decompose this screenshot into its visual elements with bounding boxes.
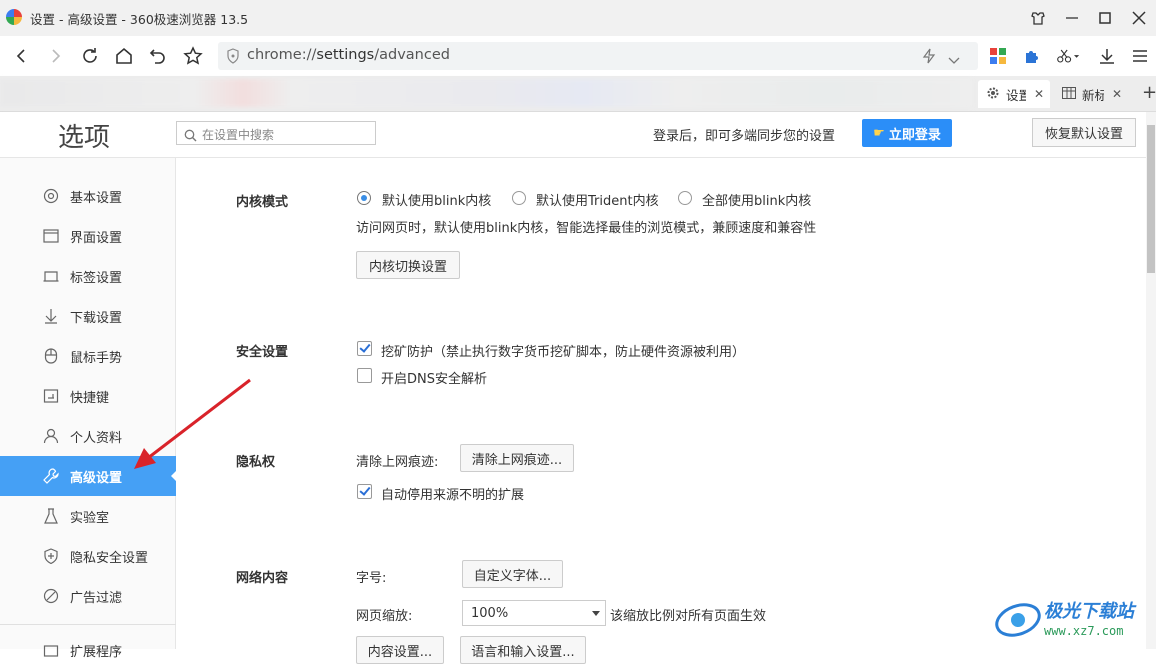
mouse-icon (43, 348, 59, 364)
extensions-puzzle-icon[interactable] (1020, 44, 1044, 68)
sidebar-item-tabs[interactable]: 标签设置 (0, 256, 176, 296)
radio-kernel-blink-default[interactable] (357, 191, 371, 205)
kernel-switch-button[interactable]: 内核切换设置 (356, 251, 460, 279)
close-tab-icon[interactable]: ✕ (1112, 87, 1122, 101)
bookmark-star-icon[interactable] (181, 44, 205, 68)
custom-font-button[interactable]: 自定义字体... (462, 560, 563, 588)
lightning-icon[interactable] (922, 48, 936, 68)
watermark-brand: 极光下载站 (1044, 601, 1134, 622)
extensions-icon (43, 642, 59, 658)
undo-icon[interactable] (146, 44, 170, 68)
person-icon (43, 428, 59, 444)
content-settings-button[interactable]: 内容设置... (356, 636, 444, 664)
sidebar-item-extensions[interactable]: 扩展程序 (0, 630, 176, 670)
radio-label: 默认使用Trident内核 (536, 194, 659, 209)
checkbox-label: 挖矿防护（禁止执行数字货币挖矿脚本，防止硬件资源被利用） (381, 345, 746, 360)
wrench-icon (43, 468, 59, 484)
auto-disable-extensions-checkbox[interactable] (357, 484, 372, 499)
sync-hint: 登录后，即可多端同步您的设置 (653, 129, 836, 144)
watermark-site: www.xz7.com (1044, 624, 1124, 638)
zoom-note: 该缩放比例对所有页面生效 (610, 609, 767, 624)
security-title: 安全设置 (236, 345, 289, 360)
login-button[interactable]: ☛ 立即登录 (862, 119, 952, 147)
dns-security-checkbox[interactable] (357, 368, 372, 383)
tab-newtab[interactable]: 新标 ✕ (1054, 80, 1130, 108)
search-input[interactable]: 在设置中搜索 (176, 121, 376, 145)
shield-plus-icon (43, 548, 59, 565)
blurred-bookmarks (0, 79, 972, 107)
settings-header (0, 112, 1156, 158)
font-size-label: 字号: (356, 571, 387, 586)
clear-history-button[interactable]: 清除上网痕迹... (460, 444, 574, 472)
search-icon (184, 127, 197, 146)
kernel-description: 访问网页时，默认使用blink内核，智能选择最佳的浏览模式，兼顾速度和兼容性 (356, 221, 817, 236)
flask-icon (43, 508, 59, 524)
shield-icon (226, 48, 240, 68)
sidebar-divider (0, 624, 176, 625)
pointing-hand-icon: ☛ (873, 125, 885, 141)
block-icon (43, 588, 59, 604)
zoom-label: 网页缩放: (356, 609, 413, 624)
forward-icon[interactable] (44, 44, 68, 68)
scissors-icon[interactable] (1056, 44, 1080, 68)
radio-label: 全部使用blink内核 (702, 194, 812, 209)
sidebar-item-lab[interactable]: 实验室 (0, 496, 176, 536)
browser-logo-icon (6, 9, 22, 25)
back-icon[interactable] (9, 44, 33, 68)
radio-kernel-blink-all[interactable] (678, 191, 692, 205)
sidebar-item-basic[interactable]: 基本设置 (0, 176, 176, 216)
dropdown-arrow-icon (592, 611, 600, 620)
tab-icon (43, 268, 59, 284)
annotation-arrow (134, 378, 251, 469)
apps-grid-icon[interactable] (986, 44, 1010, 68)
language-settings-button[interactable]: 语言和输入设置... (460, 636, 586, 664)
chevron-down-icon[interactable] (948, 51, 960, 70)
title-bar: 设置 - 高级设置 - 360极速浏览器 13.5 (0, 0, 1156, 36)
scrollbar-thumb[interactable] (1147, 125, 1155, 273)
page-title: 选项 (58, 123, 111, 153)
clear-history-label: 清除上网痕迹: (356, 455, 439, 470)
url-text: chrome://settings/advanced (247, 47, 450, 63)
kernel-mode-title: 内核模式 (236, 195, 289, 210)
sidebar-item-interface[interactable]: 界面设置 (0, 216, 176, 256)
reload-icon[interactable] (78, 44, 102, 68)
window-title: 设置 - 高级设置 - 360极速浏览器 13.5 (30, 12, 249, 27)
restore-defaults-button[interactable]: 恢复默认设置 (1032, 118, 1136, 147)
address-bar[interactable]: chrome://settings/advanced (218, 42, 978, 70)
circle-settings-icon (43, 188, 59, 204)
window-icon (43, 228, 59, 244)
close-tab-icon[interactable]: ✕ (1034, 87, 1044, 101)
zoom-select[interactable]: 100% (462, 600, 606, 626)
grid-icon (1062, 86, 1076, 102)
new-tab-button[interactable]: + (1142, 82, 1156, 103)
radio-label: 默认使用blink内核 (382, 194, 492, 209)
keyboard-icon (43, 388, 59, 404)
checkbox-label: 自动停用来源不明的扩展 (381, 488, 525, 503)
skin-icon[interactable] (1026, 6, 1050, 30)
gear-icon (986, 86, 1000, 103)
checkbox-label: 开启DNS安全解析 (381, 372, 487, 387)
sidebar-item-download[interactable]: 下载设置 (0, 296, 176, 336)
home-icon[interactable] (112, 44, 136, 68)
download-icon[interactable] (1095, 44, 1119, 68)
close-window-button[interactable] (1127, 6, 1151, 30)
radio-kernel-trident[interactable] (512, 191, 526, 205)
download-arrow-icon (43, 308, 59, 324)
mining-protection-checkbox[interactable] (357, 341, 372, 356)
sidebar-item-adblock[interactable]: 广告过滤 (0, 576, 176, 616)
maximize-button[interactable] (1093, 6, 1117, 30)
network-content-title: 网络内容 (236, 571, 289, 586)
sidebar-item-privacy-security[interactable]: 隐私安全设置 (0, 536, 176, 576)
menu-icon[interactable] (1128, 44, 1152, 68)
minimize-button[interactable] (1060, 6, 1084, 30)
tab-settings[interactable]: 设置 ✕ (978, 80, 1050, 108)
